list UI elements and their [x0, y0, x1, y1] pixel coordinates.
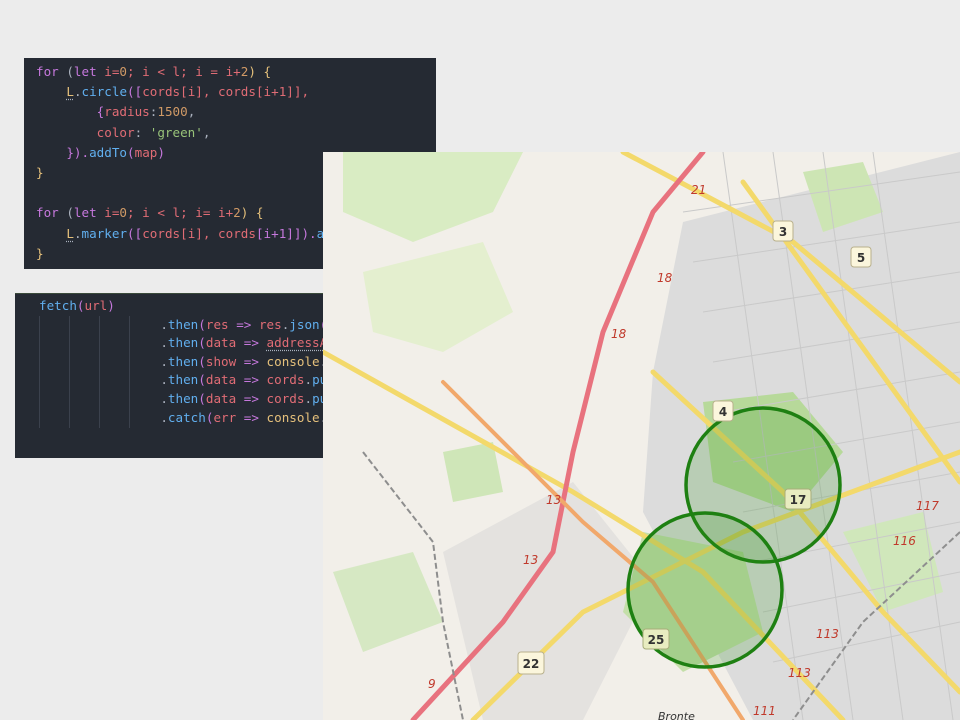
route-number: 113	[816, 627, 839, 641]
route-number: 13	[546, 493, 561, 507]
code-line: for (let i=0; i < l; i = i+2) {	[36, 64, 272, 79]
route-number: 18	[611, 327, 627, 341]
route-number: 117	[916, 499, 939, 513]
shield-label: 25	[648, 633, 665, 647]
route-shield: 25	[642, 628, 670, 650]
indent-guide	[69, 316, 70, 428]
place-label: Bronte	[658, 710, 695, 720]
park-area	[443, 442, 503, 502]
indent-guide	[99, 316, 100, 428]
code-line: L.circle([cords[i], cords[i+1]],	[66, 84, 310, 100]
shield-label: 5	[857, 251, 865, 265]
route-number: 18	[657, 271, 673, 285]
route-number: 21	[691, 183, 706, 197]
leaflet-map[interactable]: 3 5 4 17 22 25 21 18 18 13 13 113 113 11…	[323, 152, 960, 720]
route-number: 9	[428, 677, 436, 691]
shield-label: 4	[719, 405, 727, 419]
route-shield: 17	[784, 488, 812, 510]
shield-label: 17	[790, 493, 807, 507]
shield-label: 3	[779, 225, 787, 239]
shield-label: 22	[523, 657, 540, 671]
route-shield: 4	[712, 400, 734, 422]
indent-guide	[129, 316, 130, 428]
route-shield: 22	[517, 651, 545, 675]
route-number: 116	[893, 534, 916, 548]
route-number: 13	[523, 553, 538, 567]
code-line: {radius:1500,	[96, 104, 196, 120]
route-shield: 3	[772, 220, 794, 242]
code-line: color: 'green',	[96, 124, 211, 140]
route-shield: 5	[850, 246, 872, 268]
route-number: 113	[788, 666, 811, 680]
indent-guide	[39, 316, 40, 428]
route-number: 111	[753, 704, 776, 718]
